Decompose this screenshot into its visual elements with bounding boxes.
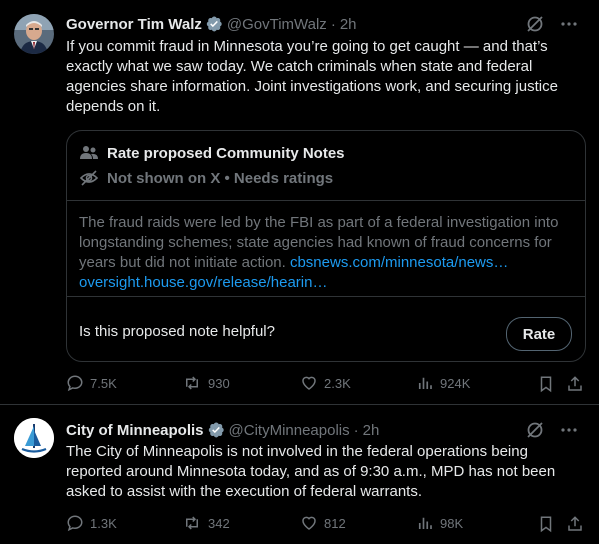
share-icon[interactable] (566, 514, 584, 534)
helpful-question: Is this proposed note helpful? (79, 323, 275, 340)
grok-icon[interactable] (525, 420, 545, 440)
like-icon (302, 376, 316, 390)
like-icon (302, 516, 316, 530)
verified-badge-icon (206, 16, 222, 32)
author-name[interactable]: Governor Tim Walz (66, 16, 202, 33)
grok-icon[interactable] (525, 14, 545, 34)
tweet-minneapolis[interactable]: City of Minneapolis @CityMinneapolis · 2… (0, 405, 599, 544)
bookmark-icon[interactable] (537, 514, 555, 534)
views-icon (418, 517, 432, 529)
tweet-actions: 7.5K 930 2.3K 924K (66, 374, 589, 394)
note-link-cbs[interactable]: cbsnews.com/minnesota/news… (290, 254, 508, 271)
tweet-text: If you commit fraud in Minnesota you’re … (66, 38, 558, 115)
repost-button[interactable]: 930 (182, 374, 230, 392)
community-notes-status: Not shown on X • Needs ratings (107, 169, 334, 187)
like-count: 812 (324, 515, 346, 531)
avatar-walz[interactable] (14, 14, 54, 54)
repost-count: 930 (208, 375, 230, 391)
repost-icon (186, 376, 198, 390)
author-handle[interactable]: @CityMinneapolis (229, 422, 350, 439)
repost-icon (186, 516, 198, 530)
community-note-text: The fraud raids were led by the FBI as p… (79, 213, 573, 293)
tweet-time[interactable]: 2h (363, 422, 380, 439)
reply-icon (67, 515, 83, 532)
verified-badge-icon (208, 422, 224, 438)
like-button[interactable]: 2.3K (300, 374, 351, 392)
tweet-time[interactable]: 2h (340, 16, 357, 33)
community-notes-title-row: Rate proposed Community Notes (79, 143, 345, 163)
reply-icon (67, 375, 83, 392)
reply-count: 1.3K (90, 515, 117, 531)
eye-off-icon (79, 170, 99, 186)
tweet-walz[interactable]: Governor Tim Walz @GovTimWalz · 2h If yo… (0, 0, 599, 405)
header-actions (525, 420, 579, 440)
views-count: 924K (440, 375, 471, 391)
views-button[interactable]: 924K (416, 374, 470, 392)
more-icon[interactable] (559, 420, 579, 440)
bookmark-icon[interactable] (537, 374, 555, 394)
people-icon (80, 146, 98, 159)
reply-count: 7.5K (90, 375, 117, 391)
community-notes-title: Rate proposed Community Notes (107, 144, 345, 162)
community-notes-status-row: Not shown on X • Needs ratings (79, 168, 333, 188)
more-icon[interactable] (559, 14, 579, 34)
views-count: 98K (440, 515, 464, 531)
reply-button[interactable]: 1.3K (66, 514, 117, 532)
avatar-minneapolis[interactable] (14, 418, 54, 458)
separator-dot: · (330, 15, 336, 33)
divider (67, 296, 585, 297)
tweet-header: City of Minneapolis @CityMinneapolis · 2… (66, 420, 579, 440)
tweet-text: The City of Minneapolis is not involved … (66, 443, 556, 500)
community-notes-card[interactable]: Rate proposed Community Notes Not shown … (66, 130, 586, 362)
views-button[interactable]: 98K (416, 514, 463, 532)
views-icon (418, 377, 432, 389)
like-button[interactable]: 812 (300, 514, 346, 532)
author-name[interactable]: City of Minneapolis (66, 422, 204, 439)
tweet-header: Governor Tim Walz @GovTimWalz · 2h (66, 14, 579, 34)
author-handle[interactable]: @GovTimWalz (227, 16, 327, 33)
rate-button[interactable]: Rate (506, 317, 572, 351)
repost-button[interactable]: 342 (182, 514, 230, 532)
share-icon[interactable] (566, 374, 584, 394)
separator-dot: · (353, 421, 359, 439)
like-count: 2.3K (324, 375, 351, 391)
divider (67, 200, 585, 201)
repost-count: 342 (208, 515, 230, 531)
header-actions (525, 14, 579, 34)
reply-button[interactable]: 7.5K (66, 374, 117, 392)
tweet-actions: 1.3K 342 812 98K (66, 514, 589, 534)
note-link-oversight[interactable]: oversight.house.gov/release/hearin… (79, 274, 327, 291)
